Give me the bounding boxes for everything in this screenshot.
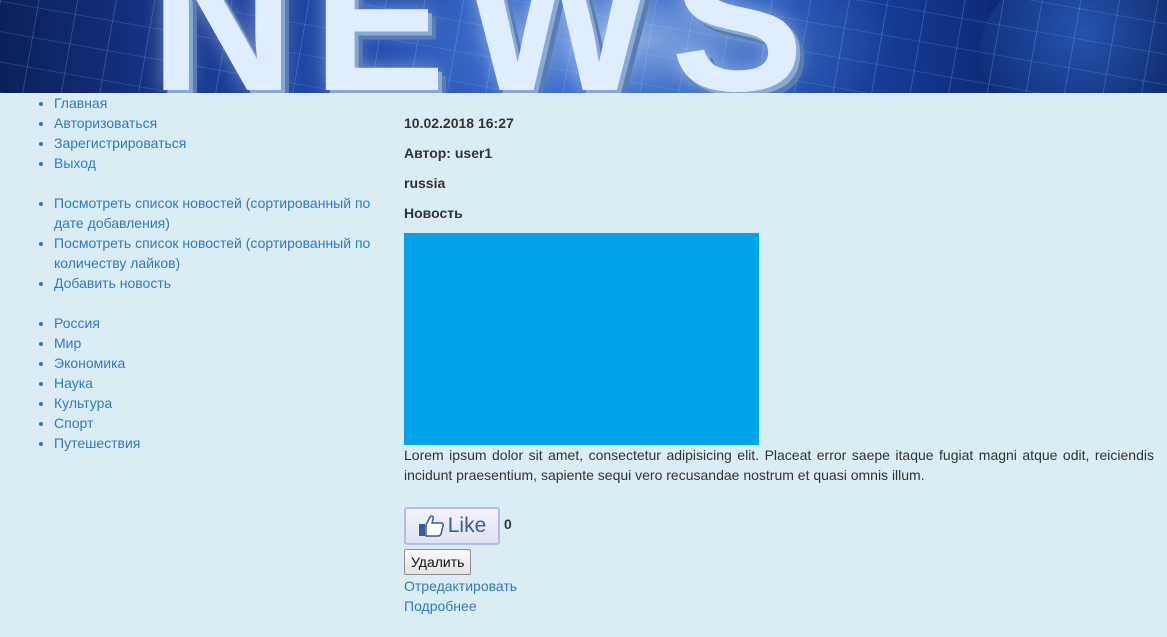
category-link-travel[interactable]: Путешествия [54,435,140,451]
nav-link-news-by-likes[interactable]: Посмотреть список новостей (сортированны… [54,235,370,271]
nav-item-news-by-likes: Посмотреть список новостей (сортированны… [54,233,380,273]
category-item: Путешествия [54,433,380,453]
category-link-russia[interactable]: Россия [54,315,100,331]
category-link-economy[interactable]: Экономика [54,355,125,371]
nav-link-news-by-date[interactable]: Посмотреть список новостей (сортированны… [54,195,370,231]
nav-item-home: Главная [54,93,380,113]
header-banner: NEWS [0,0,1167,93]
category-item: Экономика [54,353,380,373]
category-link-science[interactable]: Наука [54,375,93,391]
nav-link-add-news[interactable]: Добавить новость [54,275,171,291]
article-title: Новость [404,205,463,221]
nav-item-logout: Выход [54,153,380,173]
nav-link-logout[interactable]: Выход [54,155,96,171]
sidebar: Главная Авторизоваться Зарегистрироватьс… [0,93,380,453]
article-image [404,233,759,445]
like-label: Like [447,514,487,537]
thumbs-up-icon [418,515,444,537]
nav-item-login: Авторизоваться [54,113,380,133]
category-item: Наука [54,373,380,393]
delete-button[interactable]: Удалить [404,549,472,575]
main-nav: Главная Авторизоваться Зарегистрироватьс… [0,93,380,173]
nav-item-add-news: Добавить новость [54,273,380,293]
like-row: Like 0 [404,505,1154,547]
article: 10.02.2018 16:27 Автор: user1 russia Нов… [404,93,1154,616]
category-link-culture[interactable]: Культура [54,395,112,411]
article-date: 10.02.2018 16:27 [404,115,514,131]
category-link-sport[interactable]: Спорт [54,415,93,431]
nav-item-news-by-date: Посмотреть список новостей (сортированны… [54,193,380,233]
read-more-link[interactable]: Подробнее [404,596,1154,616]
like-count: 0 [504,516,512,532]
nav-link-login[interactable]: Авторизоваться [54,115,157,131]
like-button[interactable]: Like [404,507,500,545]
category-link-world[interactable]: Мир [54,335,81,351]
category-nav: Россия Мир Экономика Наука Культура Спор… [0,313,380,453]
edit-link[interactable]: Отредактировать [404,576,1154,596]
category-item: Мир [54,333,380,353]
nav-link-home[interactable]: Главная [54,95,107,111]
category-item: Культура [54,393,380,413]
article-category: russia [404,175,446,191]
article-author: Автор: user1 [404,145,493,161]
category-item: Россия [54,313,380,333]
nav-item-register: Зарегистрироваться [54,133,380,153]
news-nav: Посмотреть список новостей (сортированны… [0,193,380,293]
nav-link-register[interactable]: Зарегистрироваться [54,135,186,151]
news-logo: NEWS [150,0,822,93]
category-item: Спорт [54,413,380,433]
article-body: Lorem ipsum dolor sit amet, consectetur … [404,447,1154,483]
